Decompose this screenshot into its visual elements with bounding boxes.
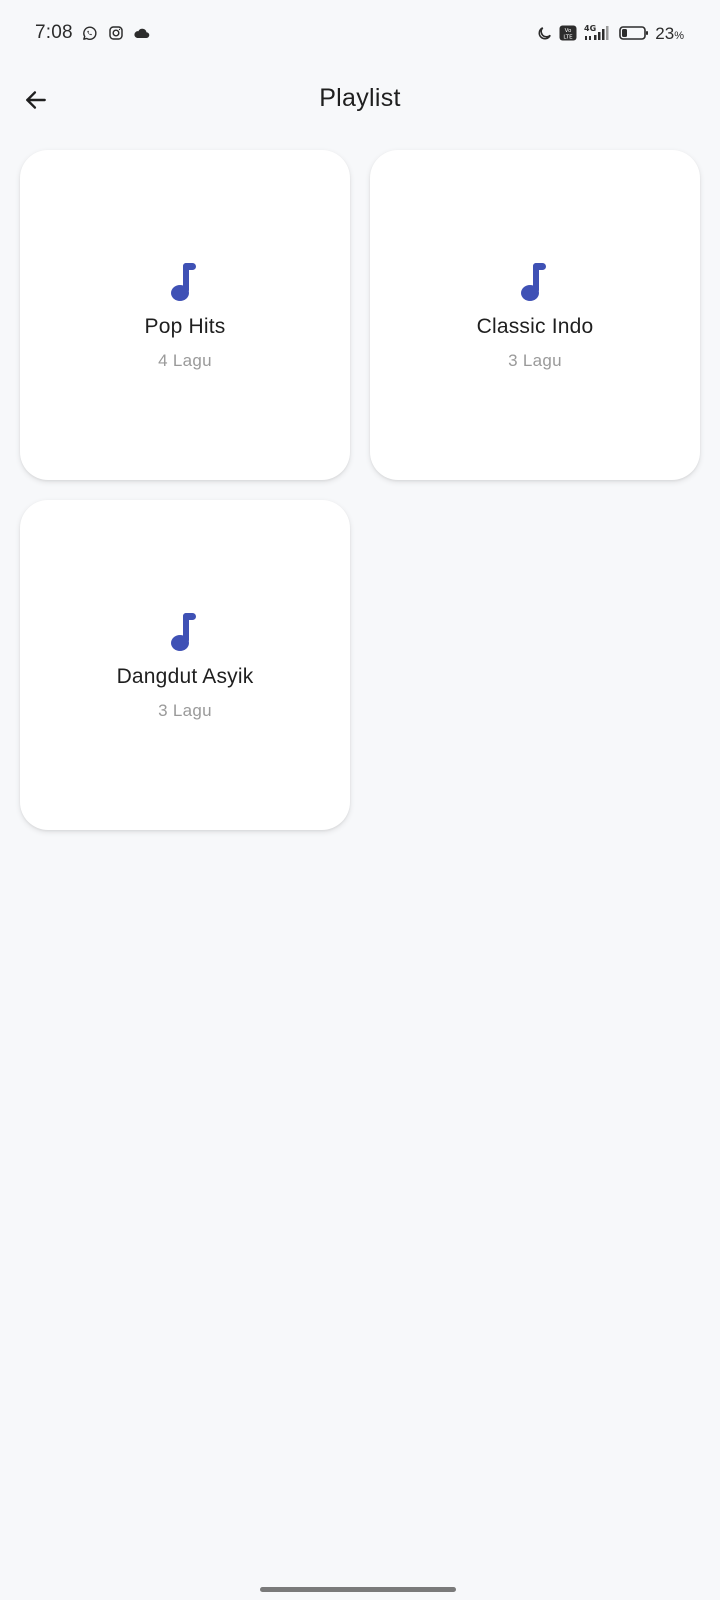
svg-text:Vo: Vo bbox=[565, 28, 572, 34]
signal-4g-icon: 4G bbox=[583, 24, 613, 42]
instagram-icon bbox=[107, 24, 125, 42]
playlist-card-classic-indo[interactable]: Classic Indo 3 Lagu bbox=[370, 150, 700, 480]
cloud-icon bbox=[133, 24, 151, 42]
page-title: Playlist bbox=[319, 84, 401, 112]
music-note-icon bbox=[515, 259, 555, 303]
playlist-card-dangdut-asyik[interactable]: Dangdut Asyik 3 Lagu bbox=[20, 500, 350, 830]
music-note-icon bbox=[165, 609, 205, 653]
status-right: Vo LTE 4G 23% bbox=[535, 24, 684, 42]
playlist-name: Classic Indo bbox=[476, 315, 594, 338]
status-left: 7:08 bbox=[35, 22, 151, 44]
playlist-song-count: 3 Lagu bbox=[158, 701, 212, 720]
playlist-grid: Pop Hits 4 Lagu Classic Indo 3 Lagu Dang… bbox=[20, 150, 700, 830]
app-header: Playlist bbox=[0, 72, 720, 128]
playlist-card-pop-hits[interactable]: Pop Hits 4 Lagu bbox=[20, 150, 350, 480]
playlist-name: Pop Hits bbox=[144, 315, 226, 338]
status-time: 7:08 bbox=[35, 22, 73, 43]
gesture-nav-handle[interactable] bbox=[260, 1587, 456, 1592]
playlist-song-count: 4 Lagu bbox=[158, 351, 212, 370]
music-note-icon bbox=[165, 259, 205, 303]
playlist-name: Dangdut Asyik bbox=[116, 665, 254, 688]
status-bar: 7:08 Vo LTE 4G 23% bbox=[0, 0, 720, 72]
whatsapp-icon bbox=[81, 24, 99, 42]
playlist-song-count: 3 Lagu bbox=[508, 351, 562, 370]
svg-text:LTE: LTE bbox=[564, 35, 574, 41]
battery-icon bbox=[619, 24, 649, 42]
moon-icon bbox=[535, 24, 553, 42]
battery-percent: 23% bbox=[655, 23, 684, 43]
volte-icon: Vo LTE bbox=[559, 24, 577, 42]
network-label: 4G bbox=[584, 24, 596, 33]
